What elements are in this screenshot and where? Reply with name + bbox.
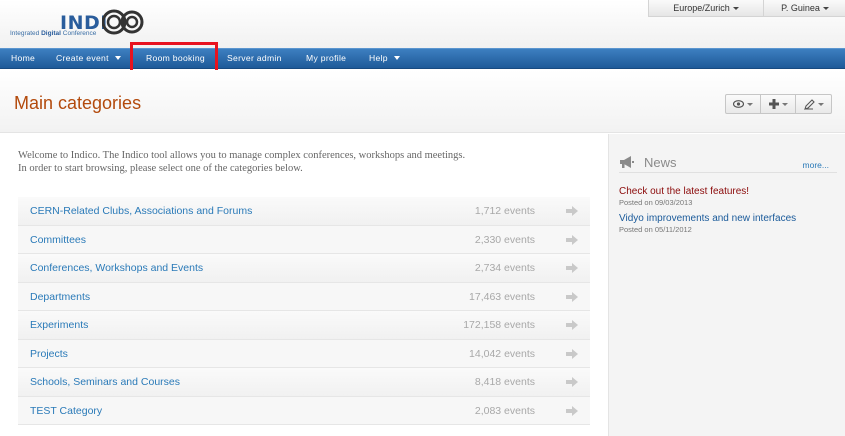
category-row[interactable]: Conferences, Workshops and Events 2,734 … xyxy=(18,254,590,283)
indico-logo[interactable]: INDI Integrated Digital Conference xyxy=(10,8,145,40)
chevron-down-icon xyxy=(817,102,824,106)
welcome-text: Welcome to Indico. The Indico tool allow… xyxy=(18,150,466,174)
category-link[interactable]: Departments xyxy=(30,291,90,303)
header: INDI Integrated Digital Conference Europ… xyxy=(0,0,845,48)
nav-help[interactable]: Help xyxy=(369,49,400,68)
category-link[interactable]: Projects xyxy=(30,348,68,360)
category-link[interactable]: Schools, Seminars and Courses xyxy=(30,376,180,388)
news-item-date: Posted on 09/03/2013 xyxy=(619,198,693,207)
news-item: Vidyo improvements and new interfaces Po… xyxy=(619,213,839,234)
main-content: Welcome to Indico. The Indico tool allow… xyxy=(0,134,608,436)
news-item-link[interactable]: Vidyo improvements and new interfaces xyxy=(619,213,839,224)
user-menu[interactable]: P. Guinea xyxy=(764,0,845,16)
category-row[interactable]: Experiments 172,158 events xyxy=(18,311,590,340)
chevron-down-icon xyxy=(114,56,121,60)
arrow-right-icon xyxy=(566,291,578,302)
category-count: 2,083 events xyxy=(474,404,535,417)
view-button[interactable] xyxy=(726,95,761,113)
news-more-link[interactable]: more... xyxy=(803,160,829,170)
chevron-down-icon xyxy=(732,7,739,10)
eye-icon xyxy=(733,100,744,108)
arrow-right-icon xyxy=(566,348,578,359)
nav-create-event[interactable]: Create event xyxy=(56,49,121,68)
logo-co-mark xyxy=(102,9,144,35)
chevron-down-icon xyxy=(822,7,829,10)
chevron-down-icon xyxy=(781,102,788,106)
category-count: 2,330 events xyxy=(474,233,535,246)
news-item-link[interactable]: Check out the latest features! xyxy=(619,186,839,197)
news-title: News xyxy=(644,155,677,170)
category-link[interactable]: CERN-Related Clubs, Associations and For… xyxy=(30,205,252,217)
arrow-right-icon xyxy=(566,263,578,273)
category-row[interactable]: CERN-Related Clubs, Associations and For… xyxy=(18,197,590,226)
category-link[interactable]: Committees xyxy=(30,234,86,246)
timezone-selector[interactable]: Europe/Zurich xyxy=(649,0,764,16)
category-list: CERN-Related Clubs, Associations and For… xyxy=(18,197,590,425)
category-link[interactable]: TEST Category xyxy=(30,405,102,417)
news-header: News more... xyxy=(619,155,837,173)
title-bar: Main categories xyxy=(0,70,845,133)
add-button[interactable] xyxy=(761,95,796,113)
category-count: 1,712 events xyxy=(474,205,535,217)
nav-server-admin[interactable]: Server admin xyxy=(227,49,282,68)
news-sidebar: News more... Check out the latest featur… xyxy=(608,134,845,436)
top-right-menu: Europe/Zurich P. Guinea xyxy=(648,0,845,17)
category-row[interactable]: Committees 2,330 events xyxy=(18,225,590,254)
logo-tagline: Integrated Digital Conference xyxy=(10,30,97,37)
nav-home[interactable]: Home xyxy=(11,49,35,68)
chevron-down-icon xyxy=(393,56,400,60)
page-title: Main categories xyxy=(14,93,142,113)
category-count: 172,158 events xyxy=(463,319,535,331)
arrow-right-icon xyxy=(566,405,578,416)
nav-my-profile[interactable]: My profile xyxy=(306,49,346,68)
arrow-right-icon xyxy=(566,320,578,330)
arrow-right-icon xyxy=(566,377,578,387)
page-toolbar xyxy=(725,94,832,114)
edit-button[interactable] xyxy=(796,95,831,113)
category-count: 8,418 events xyxy=(474,376,535,388)
category-row[interactable]: Departments 17,463 events xyxy=(18,282,590,311)
megaphone-icon xyxy=(620,156,634,168)
category-count: 14,042 events xyxy=(469,347,535,360)
arrow-right-icon xyxy=(566,206,578,216)
category-link[interactable]: Conferences, Workshops and Events xyxy=(30,262,203,274)
plus-icon xyxy=(768,99,779,109)
chevron-down-icon xyxy=(747,102,753,106)
category-row[interactable]: TEST Category 2,083 events xyxy=(18,396,590,425)
category-count: 17,463 events xyxy=(469,290,535,303)
category-count: 2,734 events xyxy=(474,262,535,274)
category-row[interactable]: Schools, Seminars and Courses 8,418 even… xyxy=(18,368,590,397)
category-row[interactable]: Projects 14,042 events xyxy=(18,339,590,368)
arrow-right-icon xyxy=(566,234,578,245)
main-navbar: Home Create event Room booking Server ad… xyxy=(0,48,845,69)
pencil-icon xyxy=(803,98,815,110)
category-link[interactable]: Experiments xyxy=(30,319,88,331)
news-item-date: Posted on 05/11/2012 xyxy=(619,225,692,234)
news-item: Check out the latest features! Posted on… xyxy=(619,186,839,207)
